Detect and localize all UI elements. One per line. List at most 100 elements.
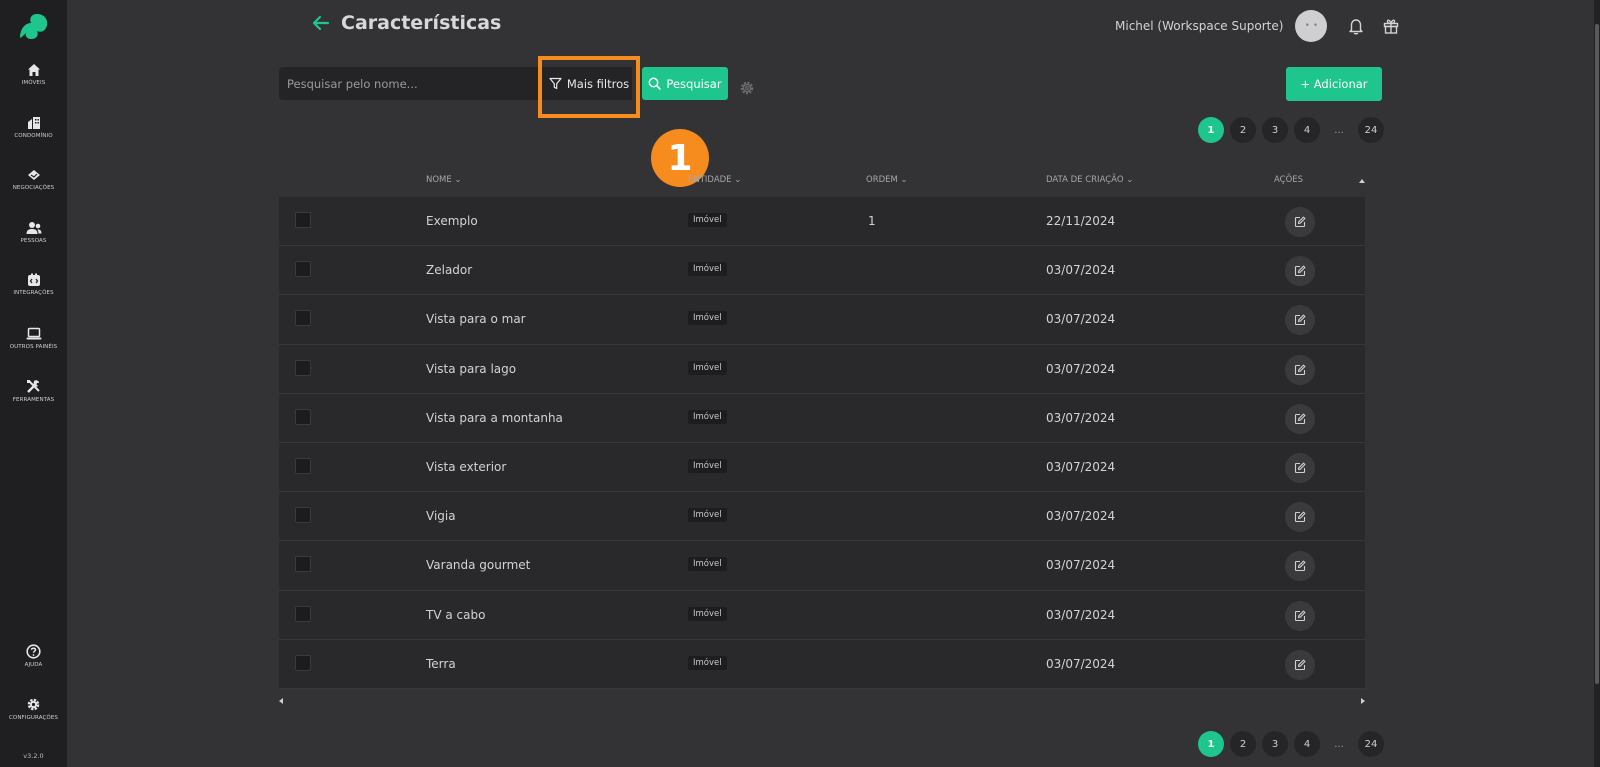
- page-button-last[interactable]: 24: [1358, 731, 1384, 757]
- edit-button[interactable]: [1285, 207, 1315, 237]
- brand-logo-icon[interactable]: [17, 11, 51, 41]
- table-row[interactable]: Exemplo Imóvel 1 22/11/2024: [279, 197, 1365, 247]
- entity-badge: Imóvel: [688, 213, 727, 227]
- back-arrow-icon[interactable]: [311, 13, 331, 33]
- avatar[interactable]: • •: [1295, 10, 1328, 42]
- edit-button[interactable]: [1285, 354, 1315, 385]
- vertical-scrollbar[interactable]: [1594, 0, 1600, 767]
- row-name: Vista para o mar: [426, 312, 526, 327]
- edit-button[interactable]: [1285, 502, 1315, 533]
- row-name: Vista exterior: [426, 459, 507, 474]
- page-button-1[interactable]: 1: [1198, 731, 1224, 757]
- page-button-4[interactable]: 4: [1294, 117, 1320, 143]
- row-checkbox[interactable]: [295, 310, 311, 327]
- sidebar-item-condominio[interactable]: Condomínio: [0, 116, 67, 139]
- column-header-created[interactable]: Data de criação ⌄: [1046, 175, 1133, 185]
- gift-icon[interactable]: [1382, 17, 1400, 35]
- sidebar-item-outros-paineis[interactable]: Outros Painéis: [0, 327, 67, 350]
- scroll-up-icon[interactable]: [1358, 177, 1366, 185]
- edit-icon: [1294, 216, 1306, 228]
- edit-icon: [1294, 610, 1306, 621]
- row-checkbox[interactable]: [295, 212, 311, 228]
- page-button-3[interactable]: 3: [1262, 117, 1288, 143]
- search-icon: [648, 77, 662, 90]
- edit-icon: [1294, 314, 1306, 326]
- row-name: Zelador: [426, 263, 473, 278]
- sidebar-item-label: Integrações: [13, 290, 54, 296]
- edit-button[interactable]: [1285, 403, 1315, 434]
- table-row[interactable]: Vista exterior Imóvel 03/07/2024: [279, 442, 1365, 493]
- edit-icon: [1294, 560, 1306, 572]
- page-button-last[interactable]: 24: [1358, 117, 1384, 143]
- row-checkbox[interactable]: [295, 556, 311, 573]
- table-row[interactable]: Varanda gourmet Imóvel 03/07/2024: [279, 541, 1365, 591]
- scroll-right-icon[interactable]: [1359, 697, 1367, 705]
- page-button-3[interactable]: 3: [1262, 731, 1288, 757]
- table-row[interactable]: Zelador Imóvel 03/07/2024: [279, 246, 1365, 296]
- entity-badge: Imóvel: [688, 557, 727, 572]
- table-row[interactable]: Vista para o mar Imóvel 03/07/2024: [279, 295, 1365, 345]
- row-checkbox[interactable]: [295, 261, 311, 278]
- page-button-1[interactable]: 1: [1198, 117, 1224, 143]
- entity-badge: Imóvel: [688, 409, 727, 424]
- scroll-left-icon[interactable]: [277, 697, 285, 705]
- main-content: Características Michel (Workspace Suport…: [67, 0, 1600, 767]
- tools-icon: [27, 380, 40, 393]
- edit-button[interactable]: [1285, 551, 1315, 582]
- entity-badge: Imóvel: [688, 311, 727, 326]
- edit-button[interactable]: [1285, 600, 1315, 631]
- sidebar-item-configuracoes[interactable]: Configurações: [0, 697, 67, 721]
- row-checkbox[interactable]: [295, 457, 311, 474]
- scrollbar-thumb[interactable]: [1595, 24, 1599, 684]
- row-checkbox[interactable]: [295, 507, 311, 524]
- table-row[interactable]: TV a cabo Imóvel 03/07/2024: [279, 590, 1365, 640]
- column-header-name[interactable]: Nome ⌄: [426, 175, 462, 185]
- edit-button[interactable]: [1285, 649, 1315, 680]
- sidebar-item-label: Pessoas: [20, 238, 47, 244]
- page-button-2[interactable]: 2: [1230, 117, 1256, 143]
- sidebar-item-ferramentas[interactable]: Ferramentas: [0, 379, 67, 403]
- row-created-date: 03/07/2024: [1046, 607, 1116, 622]
- sidebar-item-label: Imóveis: [21, 80, 46, 86]
- row-created-date: 22/11/2024: [1046, 214, 1116, 228]
- edit-icon: [1294, 659, 1306, 670]
- table-row[interactable]: Vigia Imóvel 03/07/2024: [279, 492, 1365, 542]
- bell-icon[interactable]: [1347, 17, 1365, 35]
- row-name: Vista para a montanha: [426, 410, 563, 425]
- row-checkbox[interactable]: [295, 408, 311, 425]
- edit-icon: [1294, 413, 1306, 424]
- page-title: Características: [311, 12, 501, 34]
- row-created-date: 03/07/2024: [1046, 361, 1116, 376]
- sidebar-item-negociacoes[interactable]: Negociações: [0, 168, 67, 191]
- people-icon: [26, 222, 41, 234]
- row-checkbox[interactable]: [295, 654, 311, 671]
- sidebar-item-integracoes[interactable]: Integrações: [0, 273, 67, 296]
- sidebar-item-ajuda[interactable]: Ajuda: [0, 644, 67, 668]
- edit-button[interactable]: [1285, 256, 1315, 287]
- table-row[interactable]: Vista para lago Imóvel 03/07/2024: [279, 344, 1365, 394]
- search-input[interactable]: [279, 67, 557, 100]
- app-version: v3.2.0: [23, 752, 44, 760]
- user-name[interactable]: Michel (Workspace Suporte): [1115, 19, 1283, 33]
- row-checkbox[interactable]: [295, 359, 311, 376]
- row-name: Exemplo: [426, 214, 478, 228]
- search-button[interactable]: Pesquisar: [642, 67, 728, 100]
- sidebar: Imóveis Condomínio Negociações Pessoas I…: [0, 0, 67, 767]
- sidebar-item-imoveis[interactable]: Imóveis: [0, 63, 67, 86]
- row-name: Terra: [426, 656, 456, 671]
- add-button[interactable]: + Adicionar: [1286, 67, 1382, 101]
- table-row[interactable]: Vista para a montanha Imóvel 03/07/2024: [279, 393, 1365, 443]
- column-settings-gear-icon[interactable]: [739, 80, 755, 96]
- column-header-order[interactable]: Ordem ⌄: [866, 175, 908, 185]
- row-checkbox[interactable]: [295, 605, 311, 622]
- edit-button[interactable]: [1285, 305, 1315, 336]
- entity-badge: Imóvel: [688, 458, 727, 473]
- table-row[interactable]: Terra Imóvel 03/07/2024: [279, 639, 1365, 689]
- sidebar-item-pessoas[interactable]: Pessoas: [0, 221, 67, 244]
- edit-button[interactable]: [1285, 452, 1315, 483]
- page-button-2[interactable]: 2: [1230, 731, 1256, 757]
- page-button-4[interactable]: 4: [1294, 731, 1320, 757]
- column-header-entity[interactable]: Entidade ⌄: [688, 175, 741, 185]
- row-created-date: 03/07/2024: [1046, 558, 1116, 573]
- more-filters-button[interactable]: Mais filtros: [546, 67, 632, 100]
